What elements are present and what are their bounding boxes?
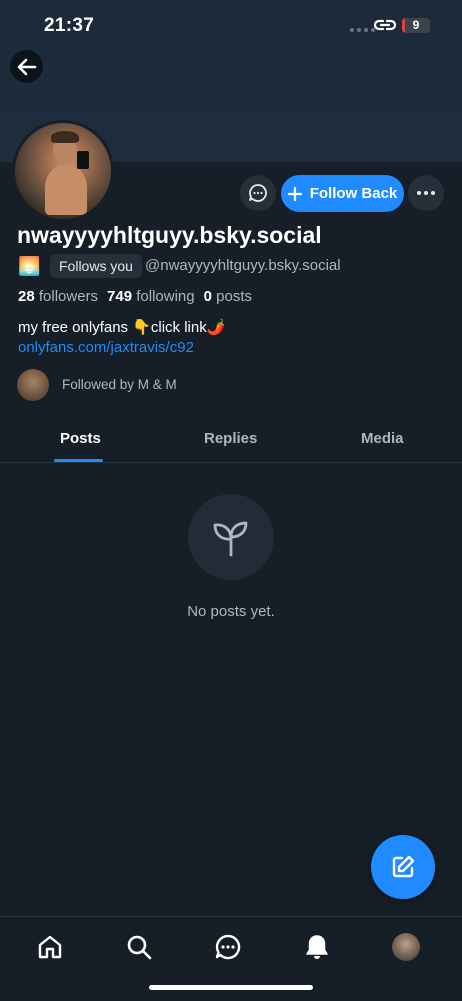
profile-handle: @nwayyyyhltguyy.bsky.social <box>145 257 341 274</box>
follow-button-label: Follow Back <box>309 185 398 202</box>
arrow-left-icon <box>17 58 36 75</box>
home-indicator <box>149 985 313 990</box>
nav-search[interactable] <box>123 931 155 963</box>
more-options-button[interactable] <box>408 175 444 211</box>
bell-icon <box>306 935 328 959</box>
followers-stat[interactable]: 28 followers <box>18 288 98 305</box>
followers-count: 28 <box>18 288 35 305</box>
link-icon <box>373 19 397 31</box>
posts-stat: 0 posts <box>204 288 252 305</box>
profile-bio: my free onlyfans 👇click link🌶️ <box>18 319 226 336</box>
nav-home[interactable] <box>34 931 66 963</box>
profile-display-name: nwayyyyhltguyy.bsky.social <box>17 222 322 248</box>
status-time: 21:37 <box>44 15 95 36</box>
avatar <box>392 933 420 961</box>
search-icon <box>127 935 152 960</box>
sprout-icon <box>213 521 248 557</box>
following-label: following <box>136 288 195 305</box>
followed-by-text[interactable]: Followed by M & M <box>62 377 177 392</box>
empty-state-text: No posts yet. <box>187 603 275 620</box>
battery-level: 9 <box>412 18 420 32</box>
status-bar: 21:37 9 <box>0 0 462 52</box>
profile-tabs: Posts Replies Media <box>0 420 462 463</box>
compose-icon <box>392 855 415 878</box>
nav-chat[interactable] <box>212 931 244 963</box>
profile-avatar[interactable] <box>12 120 114 222</box>
ellipsis-icon <box>417 191 435 195</box>
empty-state-icon-container <box>188 494 274 580</box>
follows-you-badge: Follows you <box>50 254 142 278</box>
compose-button[interactable] <box>371 835 435 899</box>
posts-label: posts <box>216 288 252 305</box>
following-count: 749 <box>107 288 133 305</box>
nav-profile[interactable] <box>390 931 422 963</box>
nav-notifications[interactable] <box>301 931 333 963</box>
known-follower-avatar[interactable] <box>17 369 49 401</box>
battery-indicator: 9 <box>402 18 430 33</box>
plus-icon <box>287 186 302 201</box>
tab-media[interactable]: Media <box>361 430 404 447</box>
followers-label: followers <box>38 288 99 305</box>
signal-icon <box>350 28 375 32</box>
chat-bubble-icon <box>249 184 267 202</box>
chat-icon <box>215 934 241 960</box>
profile-stats: 28 followers 749 following 0 posts <box>18 288 252 305</box>
tab-replies[interactable]: Replies <box>204 430 257 447</box>
bio-link[interactable]: onlyfans.com/jaxtravis/c92 <box>18 339 194 356</box>
active-tab-indicator <box>54 459 103 462</box>
home-icon <box>38 935 62 959</box>
back-button[interactable] <box>10 50 43 83</box>
following-stat[interactable]: 749 following <box>107 288 195 305</box>
message-button[interactable] <box>240 175 276 211</box>
posts-count: 0 <box>203 288 212 305</box>
follow-back-button[interactable]: Follow Back <box>281 175 404 212</box>
sunrise-icon: 🌅 <box>18 256 41 276</box>
tab-posts[interactable]: Posts <box>60 430 101 447</box>
